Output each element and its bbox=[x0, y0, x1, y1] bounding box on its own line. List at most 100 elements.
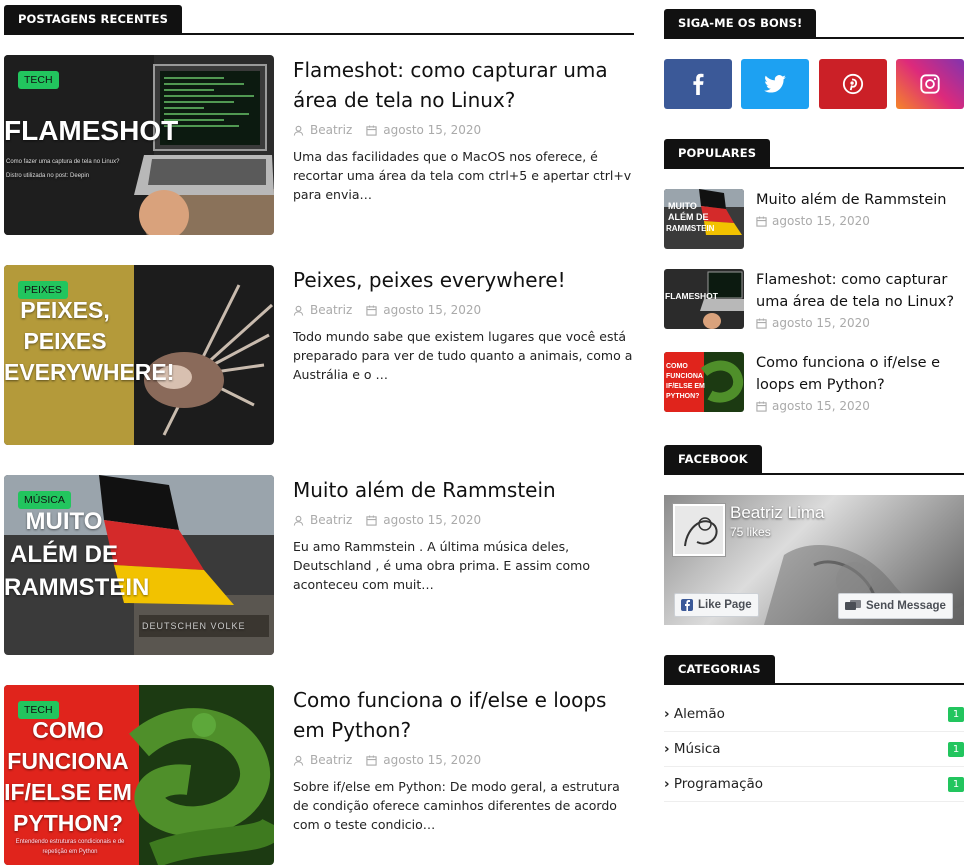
post-title[interactable]: Peixes, peixes everywhere! bbox=[293, 265, 634, 295]
category-link[interactable]: › Música bbox=[664, 741, 721, 757]
categories-title: CATEGORIAS bbox=[664, 655, 775, 683]
facebook-icon bbox=[681, 599, 693, 611]
post-date: agosto 15, 2020 bbox=[383, 513, 482, 527]
post-meta: Beatriz agosto 15, 2020 bbox=[293, 513, 634, 527]
instagram-button[interactable] bbox=[896, 59, 964, 109]
calendar-icon bbox=[366, 514, 377, 526]
category-item[interactable]: › Programação 1 bbox=[664, 767, 964, 802]
popular-post-date: agosto 15, 2020 bbox=[772, 399, 870, 413]
category-count: 1 bbox=[948, 777, 964, 792]
category-item[interactable]: › Alemão 1 bbox=[664, 697, 964, 732]
post-thumbnail[interactable]: TECH FLAMESHOT Como fazer uma captura de… bbox=[4, 55, 274, 235]
facebook-page-name[interactable]: Beatriz Lima bbox=[730, 503, 824, 523]
calendar-icon bbox=[366, 124, 377, 136]
follow-title: SIGA-ME OS BONS! bbox=[664, 9, 817, 37]
user-icon bbox=[293, 305, 304, 316]
category-item[interactable]: › Música 1 bbox=[664, 732, 964, 767]
like-page-label: Like Page bbox=[698, 599, 752, 611]
post-date: agosto 15, 2020 bbox=[383, 753, 482, 767]
category-label: Alemão bbox=[673, 706, 725, 722]
popular-post-title[interactable]: Como funciona o if/else e loops em Pytho… bbox=[756, 352, 961, 396]
twitter-button[interactable] bbox=[741, 59, 809, 109]
post-excerpt: Sobre if/else em Python: De modo geral, … bbox=[293, 779, 620, 832]
svg-text:COMO: COMO bbox=[666, 363, 688, 370]
thumbnail-title: MUITO ALÉM DE RAMMSTEIN bbox=[4, 508, 150, 601]
popular-post-date: agosto 15, 2020 bbox=[772, 316, 870, 330]
popular-post-meta: agosto 15, 2020 bbox=[756, 399, 870, 413]
thumbnail-subtitle: Entendendo estruturas condicionais e de … bbox=[15, 839, 125, 855]
facebook-header: FACEBOOK bbox=[664, 445, 964, 475]
category-badge[interactable]: MÚSICA bbox=[18, 491, 71, 509]
post-date: agosto 15, 2020 bbox=[383, 123, 482, 137]
category-badge[interactable]: PEIXES bbox=[18, 281, 68, 299]
thumbnail-title: COMO FUNCIONA IF/ELSE EM PYTHON? bbox=[4, 717, 132, 836]
post-meta: Beatriz agosto 15, 2020 bbox=[293, 123, 634, 137]
popular-post-meta: agosto 15, 2020 bbox=[756, 214, 870, 228]
pinterest-button[interactable] bbox=[819, 59, 887, 109]
post-title[interactable]: Muito além de Rammstein bbox=[293, 475, 634, 505]
popular-post: FLAMESHOT Flameshot: como capturar uma á… bbox=[664, 269, 964, 331]
post-card: MÚSICA MUITO ALÉM DE RAMMSTEIN DEUTSCHEN… bbox=[4, 475, 634, 655]
post-title[interactable]: Flameshot: como capturar uma área de tel… bbox=[293, 55, 634, 115]
popular-post-title[interactable]: Muito além de Rammstein bbox=[756, 189, 961, 211]
thumbnail-subtitle: Como fazer uma captura de tela no Linux?… bbox=[6, 159, 120, 179]
svg-text:IF/ELSE EM: IF/ELSE EM bbox=[666, 383, 705, 390]
thumbnail-title: PEIXES, PEIXES EVERYWHERE! bbox=[4, 297, 175, 385]
post-author[interactable]: Beatriz bbox=[310, 303, 352, 317]
category-badge[interactable]: TECH bbox=[18, 701, 59, 719]
post-author[interactable]: Beatriz bbox=[310, 123, 352, 137]
recent-posts-header: POSTAGENS RECENTES bbox=[4, 5, 634, 35]
popular-title: POPULARES bbox=[664, 139, 771, 167]
category-link[interactable]: › Alemão bbox=[664, 706, 725, 722]
category-count: 1 bbox=[948, 742, 964, 757]
chevron-right-icon: › bbox=[664, 706, 670, 722]
twitter-icon bbox=[764, 75, 786, 93]
post-author[interactable]: Beatriz bbox=[310, 753, 352, 767]
popular-post-date: agosto 15, 2020 bbox=[772, 214, 870, 228]
facebook-title: FACEBOOK bbox=[664, 445, 762, 473]
popular-post: MUITO ALÉM DE RAMMSTEIN Muito além de Ra… bbox=[664, 189, 964, 251]
follow-header: SIGA-ME OS BONS! bbox=[664, 9, 964, 39]
svg-text:MUITO: MUITO bbox=[668, 201, 697, 211]
post-title[interactable]: Como funciona o if/else e loops em Pytho… bbox=[293, 685, 634, 745]
popular-post-title[interactable]: Flameshot: como capturar uma área de tel… bbox=[756, 269, 961, 313]
calendar-icon bbox=[366, 304, 377, 316]
like-page-button[interactable]: Like Page bbox=[674, 593, 759, 617]
facebook-page-avatar[interactable] bbox=[672, 503, 726, 557]
facebook-page-widget[interactable]: Beatriz Lima 75 likes Like Page Send Mes… bbox=[664, 495, 964, 625]
post-excerpt: Uma das facilidades que o MacOS nos ofer… bbox=[293, 149, 632, 202]
send-message-button[interactable]: Send Message bbox=[838, 593, 953, 619]
category-link[interactable]: › Programação bbox=[664, 776, 763, 792]
pinterest-icon bbox=[842, 73, 864, 95]
post-thumbnail[interactable]: TECH COMO FUNCIONA IF/ELSE EM PYTHON? En… bbox=[4, 685, 274, 865]
chevron-right-icon: › bbox=[664, 741, 670, 757]
post-meta: Beatriz agosto 15, 2020 bbox=[293, 303, 634, 317]
post-card: TECH COMO FUNCIONA IF/ELSE EM PYTHON? En… bbox=[4, 685, 634, 865]
facebook-likes-count: 75 likes bbox=[730, 525, 771, 539]
facebook-button[interactable] bbox=[664, 59, 732, 109]
calendar-icon bbox=[756, 317, 767, 329]
category-badge[interactable]: TECH bbox=[18, 71, 59, 89]
user-icon bbox=[293, 125, 304, 136]
calendar-icon bbox=[756, 400, 767, 412]
user-icon bbox=[293, 515, 304, 526]
chevron-right-icon: › bbox=[664, 776, 670, 792]
category-label: Programação bbox=[673, 776, 764, 792]
popular-thumbnail[interactable]: FLAMESHOT bbox=[664, 269, 744, 329]
thumbnail-title: FLAMESHOT bbox=[4, 115, 179, 146]
svg-text:FUNCIONA: FUNCIONA bbox=[666, 373, 703, 380]
post-author[interactable]: Beatriz bbox=[310, 513, 352, 527]
popular-thumbnail[interactable]: MUITO ALÉM DE RAMMSTEIN bbox=[664, 189, 744, 249]
post-thumbnail[interactable]: MÚSICA MUITO ALÉM DE RAMMSTEIN DEUTSCHEN… bbox=[4, 475, 274, 655]
post-thumbnail[interactable]: PEIXES PEIXES, PEIXES EVERYWHERE! bbox=[4, 265, 274, 445]
calendar-icon bbox=[366, 754, 377, 766]
calendar-icon bbox=[756, 215, 767, 227]
post-date: agosto 15, 2020 bbox=[383, 303, 482, 317]
message-icon bbox=[845, 600, 861, 610]
section-title: POSTAGENS RECENTES bbox=[4, 5, 182, 33]
facebook-icon bbox=[693, 73, 704, 95]
post-meta: Beatriz agosto 15, 2020 bbox=[293, 753, 634, 767]
popular-post-meta: agosto 15, 2020 bbox=[756, 316, 870, 330]
popular-thumbnail[interactable]: COMO FUNCIONA IF/ELSE EM PYTHON? bbox=[664, 352, 744, 412]
svg-text:ALÉM DE: ALÉM DE bbox=[668, 212, 709, 222]
